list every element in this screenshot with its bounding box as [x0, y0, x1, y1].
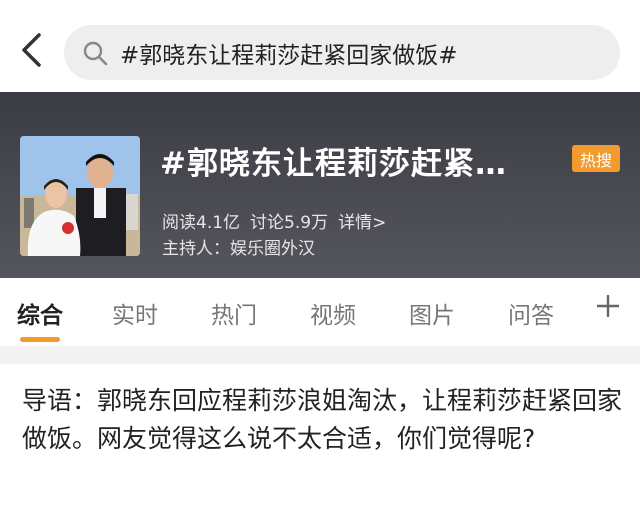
tab-images[interactable]: 图片 — [409, 296, 455, 330]
topic-thumbnail[interactable] — [20, 136, 140, 256]
plus-icon[interactable] — [594, 292, 622, 320]
hot-search-badge: 热搜 — [572, 145, 620, 172]
tab-realtime[interactable]: 实时 — [112, 296, 158, 330]
chevron-left-icon — [22, 33, 41, 67]
back-button[interactable] — [12, 30, 52, 70]
topic-lead: 导语：郭晓东回应程莉莎浪姐淘汰，让程莉莎赶紧回家做饭。网友觉得这么说不太合适，你… — [22, 386, 623, 453]
topic-banner: #郭晓东让程莉莎赶紧… 热搜 阅读4.1亿 讨论5.9万 详情> 主持人：娱乐圈外汉 — [0, 92, 640, 278]
search-query: #郭晓东让程莉莎赶紧回家做饭# — [120, 42, 458, 69]
search-header: #郭晓东让程莉莎赶紧回家做饭# — [0, 0, 640, 92]
active-tab-indicator — [20, 337, 60, 342]
search-bar[interactable]: #郭晓东让程莉莎赶紧回家做饭# — [64, 25, 620, 80]
topic-stats: 阅读4.1亿 讨论5.9万 详情> — [162, 208, 396, 233]
tab-hot[interactable]: 热门 — [211, 296, 257, 330]
topic-title: #郭晓东让程莉莎赶紧… — [160, 146, 507, 182]
tab-comprehensive[interactable]: 综合 — [17, 296, 63, 330]
tab-bar: 综合 实时 热门 视频 图片 问答 — [0, 278, 640, 346]
discussion-count: 讨论5.9万 — [250, 213, 329, 233]
details-link[interactable]: 详情> — [338, 213, 386, 233]
wedding-photo — [20, 136, 140, 256]
read-count: 阅读4.1亿 — [162, 213, 241, 233]
tab-qa[interactable]: 问答 — [508, 296, 554, 330]
tab-video[interactable]: 视频 — [310, 296, 356, 330]
section-divider — [0, 346, 640, 364]
search-icon — [83, 41, 108, 65]
topic-host[interactable]: 主持人：娱乐圈外汉 — [162, 234, 315, 259]
